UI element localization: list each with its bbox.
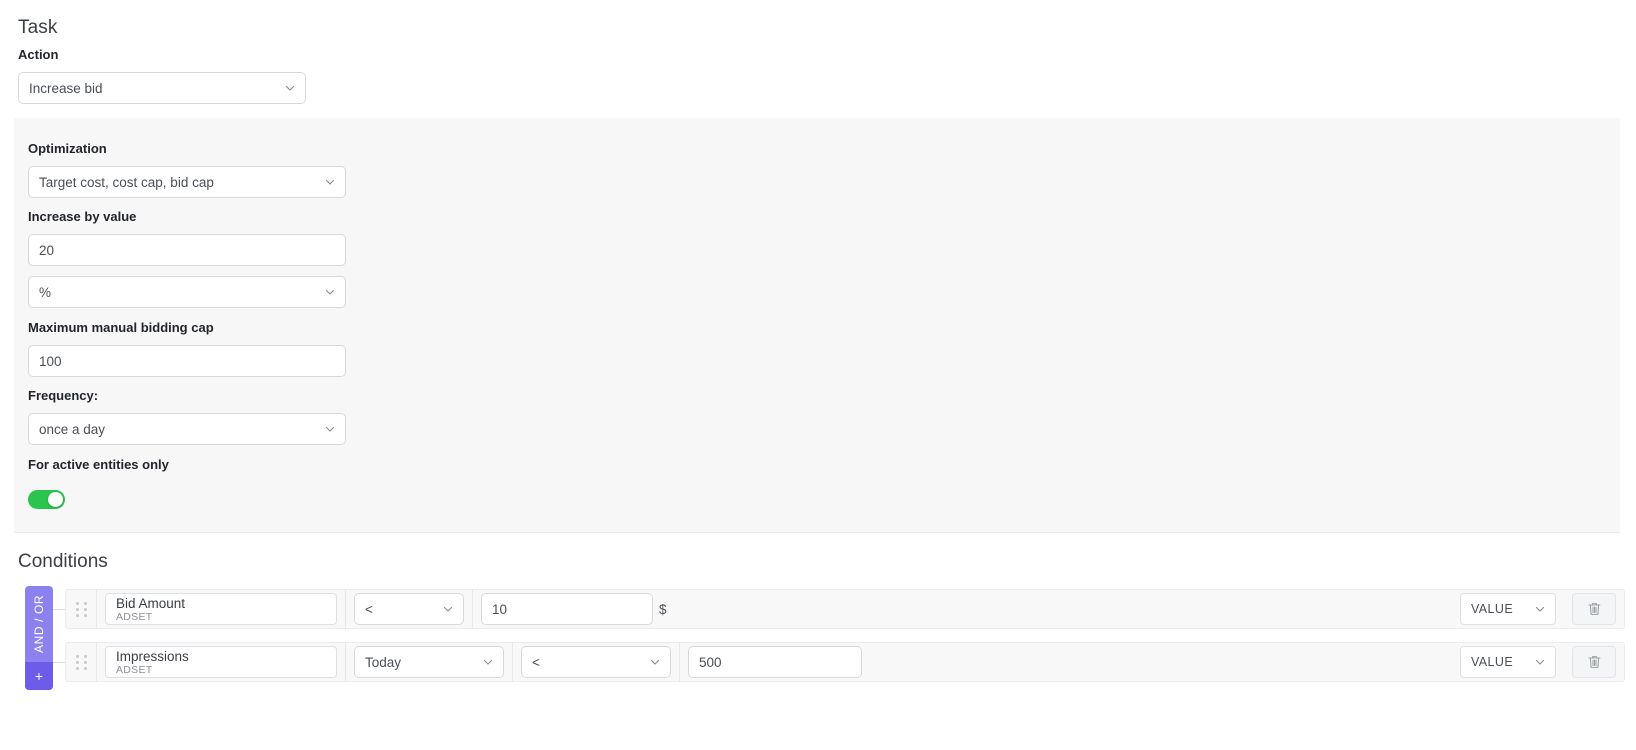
timeframe-select[interactable]: Today bbox=[354, 646, 504, 678]
table-row: Impressions ADSET Today < 500 VALUE bbox=[65, 642, 1625, 682]
connector-line bbox=[53, 662, 65, 663]
operator-cell: < bbox=[346, 589, 472, 629]
timeframe-value: Today bbox=[365, 654, 402, 670]
trash-icon bbox=[1587, 656, 1601, 668]
table-row: Bid Amount ADSET < 10 $ VALUE bbox=[65, 589, 1625, 629]
optimization-select-value: Target cost, cost cap, bid cap bbox=[39, 174, 214, 190]
toggle-knob bbox=[48, 492, 63, 507]
metric-cell: Bid Amount ADSET bbox=[97, 589, 345, 629]
chevron-down-icon bbox=[649, 656, 661, 668]
operator-value: < bbox=[532, 654, 540, 670]
value-type-text: VALUE bbox=[1471, 602, 1514, 616]
delete-cell bbox=[1564, 589, 1624, 629]
optimization-panel: Optimization Target cost, cost cap, bid … bbox=[14, 118, 1620, 533]
delete-condition-button[interactable] bbox=[1572, 593, 1616, 625]
chevron-down-icon bbox=[442, 603, 454, 615]
frequency-label: Frequency: bbox=[28, 388, 99, 403]
metric-entity-level: ADSET bbox=[116, 663, 153, 676]
frequency-select-value: once a day bbox=[39, 421, 106, 437]
condition-value-text: 500 bbox=[699, 654, 722, 670]
and-or-group-bar[interactable]: AND / OR + bbox=[25, 586, 53, 690]
value-cell: 500 bbox=[680, 642, 870, 682]
value-cell: 10 $ bbox=[473, 589, 675, 629]
connector-line bbox=[53, 609, 65, 610]
increase-by-unit-value: % bbox=[39, 284, 52, 300]
task-section-title: Task bbox=[18, 17, 58, 38]
chevron-down-icon bbox=[324, 176, 336, 188]
increase-by-value-label: Increase by value bbox=[28, 209, 137, 224]
increase-by-unit-select[interactable]: % bbox=[28, 276, 346, 308]
value-type-text: VALUE bbox=[1471, 655, 1514, 669]
condition-value-input[interactable]: 10 bbox=[481, 593, 653, 625]
operator-select[interactable]: < bbox=[354, 593, 464, 625]
frequency-select[interactable]: once a day bbox=[28, 413, 346, 445]
operator-select[interactable]: < bbox=[521, 646, 671, 678]
metric-select[interactable]: Bid Amount ADSET bbox=[105, 593, 337, 625]
chevron-down-icon bbox=[1534, 656, 1546, 668]
action-select[interactable]: Increase bid bbox=[18, 72, 306, 104]
optimization-select[interactable]: Target cost, cost cap, bid cap bbox=[28, 166, 346, 198]
value-type-select[interactable]: VALUE bbox=[1460, 646, 1556, 678]
drag-handle-icon[interactable] bbox=[66, 589, 96, 629]
trash-icon bbox=[1587, 603, 1601, 615]
delete-cell bbox=[1564, 642, 1624, 682]
increase-by-value-text: 20 bbox=[39, 242, 55, 258]
metric-cell: Impressions ADSET bbox=[97, 642, 345, 682]
maximum-manual-bidding-cap-text: 100 bbox=[39, 353, 62, 369]
value-type-select[interactable]: VALUE bbox=[1460, 593, 1556, 625]
maximum-manual-bidding-cap-input[interactable]: 100 bbox=[28, 345, 346, 377]
metric-name: Bid Amount bbox=[116, 595, 186, 611]
currency-suffix: $ bbox=[659, 601, 667, 617]
operator-cell: < bbox=[513, 642, 679, 682]
for-active-entities-only-label: For active entities only bbox=[28, 457, 169, 472]
chevron-down-icon bbox=[324, 423, 336, 435]
chevron-down-icon bbox=[284, 82, 296, 94]
chevron-down-icon bbox=[1534, 603, 1546, 615]
rule-editor-page: Task Action Increase bid Optimization Ta… bbox=[0, 0, 1636, 750]
chevron-down-icon bbox=[482, 656, 494, 668]
metric-entity-level: ADSET bbox=[116, 610, 153, 623]
optimization-label: Optimization bbox=[28, 141, 107, 156]
for-active-entities-only-toggle[interactable] bbox=[28, 490, 65, 509]
value-type-cell: VALUE bbox=[1452, 589, 1564, 629]
condition-value-text: 10 bbox=[492, 601, 508, 617]
condition-value-input[interactable]: 500 bbox=[688, 646, 862, 678]
maximum-manual-bidding-cap-label: Maximum manual bidding cap bbox=[28, 320, 214, 335]
delete-condition-button[interactable] bbox=[1572, 646, 1616, 678]
chevron-down-icon bbox=[324, 286, 336, 298]
conditions-section-title: Conditions bbox=[18, 551, 108, 572]
value-type-cell: VALUE bbox=[1452, 642, 1564, 682]
increase-by-value-input[interactable]: 20 bbox=[28, 234, 346, 266]
timeframe-cell: Today bbox=[346, 642, 512, 682]
metric-name: Impressions bbox=[116, 648, 189, 664]
operator-value: < bbox=[365, 601, 373, 617]
action-select-value: Increase bid bbox=[29, 80, 103, 96]
action-label: Action bbox=[18, 47, 59, 62]
drag-handle-icon[interactable] bbox=[66, 642, 96, 682]
and-or-label: AND / OR bbox=[32, 594, 46, 654]
metric-select[interactable]: Impressions ADSET bbox=[105, 646, 337, 678]
add-condition-button[interactable]: + bbox=[25, 662, 53, 690]
